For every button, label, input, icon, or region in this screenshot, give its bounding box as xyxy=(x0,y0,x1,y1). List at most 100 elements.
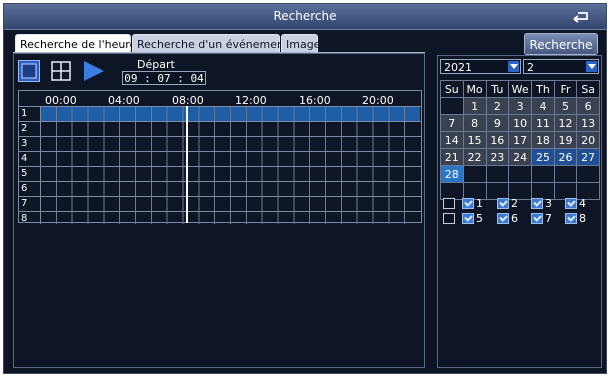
channel-checkbox-5[interactable]: 5 xyxy=(462,211,483,225)
check-icon[interactable] xyxy=(565,197,577,209)
search-button[interactable]: Recherche xyxy=(524,33,598,55)
channel-checkbox-label: 2 xyxy=(511,196,518,210)
calendar-day[interactable]: 15 xyxy=(462,131,487,149)
calendar-day xyxy=(553,165,578,183)
weekday-label: Fr xyxy=(553,80,578,98)
calendar-day[interactable]: 27 xyxy=(576,148,600,166)
chevron-down-icon[interactable] xyxy=(508,61,519,72)
window-title: Recherche xyxy=(273,9,337,23)
calendar-day[interactable]: 23 xyxy=(485,148,510,166)
tab-image[interactable]: Image xyxy=(281,34,320,53)
timeline-grid[interactable]: 00:00 04:00 08:00 12:00 16:00 20:00 1 2 … xyxy=(18,90,422,224)
calendar-day[interactable]: 25 xyxy=(531,148,555,166)
channel-row-1[interactable]: 1 xyxy=(19,106,421,121)
channel-checkbox-label: 5 xyxy=(476,211,483,225)
back-icon[interactable] xyxy=(572,9,590,23)
channel-timeline-cells[interactable] xyxy=(40,122,420,136)
channel-row-8[interactable]: 8 xyxy=(19,211,421,224)
calendar-day[interactable]: 19 xyxy=(553,131,578,149)
calendar-day[interactable]: 6 xyxy=(576,97,600,115)
channel-checkbox-7[interactable]: 7 xyxy=(531,211,552,225)
channel-timeline-cells[interactable] xyxy=(40,182,420,196)
channel-checkbox-6[interactable]: 6 xyxy=(497,211,518,225)
channel-timeline-cells[interactable] xyxy=(40,212,420,224)
channel-row-2[interactable]: 2 xyxy=(19,121,421,136)
checkbox-box[interactable] xyxy=(443,212,455,224)
channel-row-5[interactable]: 5 xyxy=(19,166,421,181)
weekday-label: Su xyxy=(440,80,464,98)
play-icon[interactable] xyxy=(82,60,106,82)
calendar-day[interactable]: 21 xyxy=(440,148,464,166)
calendar-day[interactable]: 12 xyxy=(553,114,578,132)
check-icon[interactable] xyxy=(565,212,577,224)
calendar-day xyxy=(531,165,555,183)
select-all-channels-checkbox[interactable] xyxy=(443,196,455,210)
time-cursor[interactable] xyxy=(186,106,188,223)
channel-checkbox-3[interactable]: 3 xyxy=(531,196,552,210)
channel-number: 8 xyxy=(21,213,28,224)
channel-checkbox-label: 8 xyxy=(579,211,586,225)
start-label: Départ xyxy=(137,58,175,71)
calendar-day[interactable]: 2 xyxy=(485,97,510,115)
quad-grid-icon[interactable] xyxy=(50,60,72,82)
channel-row-3[interactable]: 3 xyxy=(19,136,421,151)
calendar-day[interactable]: 22 xyxy=(462,148,487,166)
checkbox-box[interactable] xyxy=(443,197,455,209)
calendar-grid: Su Mo Tu We Th Fr Sa 1 2 3 4 5 6 7 8 9 1… xyxy=(440,80,600,200)
check-icon[interactable] xyxy=(497,212,509,224)
check-icon[interactable] xyxy=(531,212,543,224)
chevron-down-icon[interactable] xyxy=(586,61,597,72)
weekday-label: We xyxy=(508,80,533,98)
calendar-day[interactable]: 10 xyxy=(508,114,533,132)
channel-number: 3 xyxy=(21,138,28,149)
calendar-day[interactable]: 7 xyxy=(440,114,464,132)
channel-row-6[interactable]: 6 xyxy=(19,181,421,196)
start-time-field[interactable]: 09 : 07 : 04 xyxy=(122,71,206,85)
channel-timeline-cells[interactable] xyxy=(40,107,420,121)
check-icon[interactable] xyxy=(462,197,474,209)
channel-checkbox-1[interactable]: 1 xyxy=(462,196,483,210)
channel-timeline-cells[interactable] xyxy=(40,152,420,166)
channel-row-4[interactable]: 4 xyxy=(19,151,421,166)
calendar-day[interactable]: 28 xyxy=(440,165,464,183)
empty-checkbox[interactable] xyxy=(443,211,455,225)
calendar-day xyxy=(576,165,600,183)
calendar-day[interactable]: 14 xyxy=(440,131,464,149)
channel-number: 7 xyxy=(21,198,28,209)
channel-timeline-cells[interactable] xyxy=(40,137,420,151)
channel-timeline-cells[interactable] xyxy=(40,167,420,181)
year-select[interactable]: 2021 xyxy=(440,59,521,74)
channel-checkbox-2[interactable]: 2 xyxy=(497,196,518,210)
calendar-day[interactable]: 11 xyxy=(531,114,555,132)
calendar-day[interactable]: 4 xyxy=(531,97,555,115)
month-value: 2 xyxy=(527,61,534,74)
calendar-day[interactable]: 5 xyxy=(553,97,578,115)
calendar-day xyxy=(440,97,464,115)
channel-timeline-cells[interactable] xyxy=(40,197,420,211)
channel-column-divider xyxy=(40,106,41,223)
calendar-day[interactable]: 18 xyxy=(531,131,555,149)
check-icon[interactable] xyxy=(497,197,509,209)
calendar-day[interactable]: 9 xyxy=(485,114,510,132)
calendar-day[interactable]: 1 xyxy=(462,97,487,115)
month-select[interactable]: 2 xyxy=(523,59,599,74)
calendar-day[interactable]: 24 xyxy=(508,148,533,166)
calendar-day[interactable]: 8 xyxy=(462,114,487,132)
tab-event-search[interactable]: Recherche d'un événement xyxy=(132,34,288,53)
calendar-day[interactable]: 17 xyxy=(508,131,533,149)
calendar-day[interactable]: 16 xyxy=(485,131,510,149)
check-icon[interactable] xyxy=(462,212,474,224)
channel-checkbox-8[interactable]: 8 xyxy=(565,211,586,225)
calendar-day[interactable]: 26 xyxy=(553,148,578,166)
check-icon[interactable] xyxy=(531,197,543,209)
calendar-day[interactable]: 13 xyxy=(576,114,600,132)
channel-checkbox-4[interactable]: 4 xyxy=(565,196,586,210)
calendar-day xyxy=(462,165,487,183)
tab-time-search[interactable]: Recherche de l'heure xyxy=(15,34,136,53)
channel-row-7[interactable]: 7 xyxy=(19,196,421,211)
calendar-day xyxy=(485,165,510,183)
weekday-label: Th xyxy=(531,80,555,98)
calendar-day[interactable]: 3 xyxy=(508,97,533,115)
calendar-day[interactable]: 20 xyxy=(576,131,600,149)
square-stop-icon[interactable] xyxy=(18,60,40,82)
